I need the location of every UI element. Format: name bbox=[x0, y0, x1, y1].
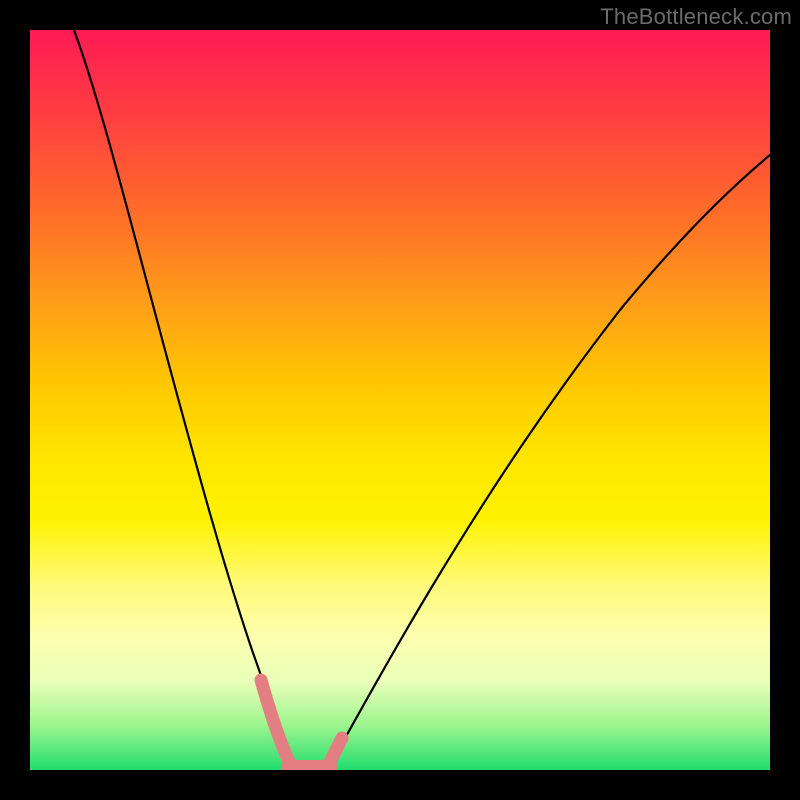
plot-area bbox=[30, 30, 770, 770]
curves-layer bbox=[30, 30, 770, 770]
valley-highlight-left bbox=[261, 680, 293, 770]
left-curve bbox=[74, 30, 293, 770]
watermark-text: TheBottleneck.com bbox=[600, 4, 792, 30]
right-curve bbox=[326, 155, 770, 770]
valley-highlight-right bbox=[326, 738, 342, 770]
chart-frame: TheBottleneck.com bbox=[0, 0, 800, 800]
